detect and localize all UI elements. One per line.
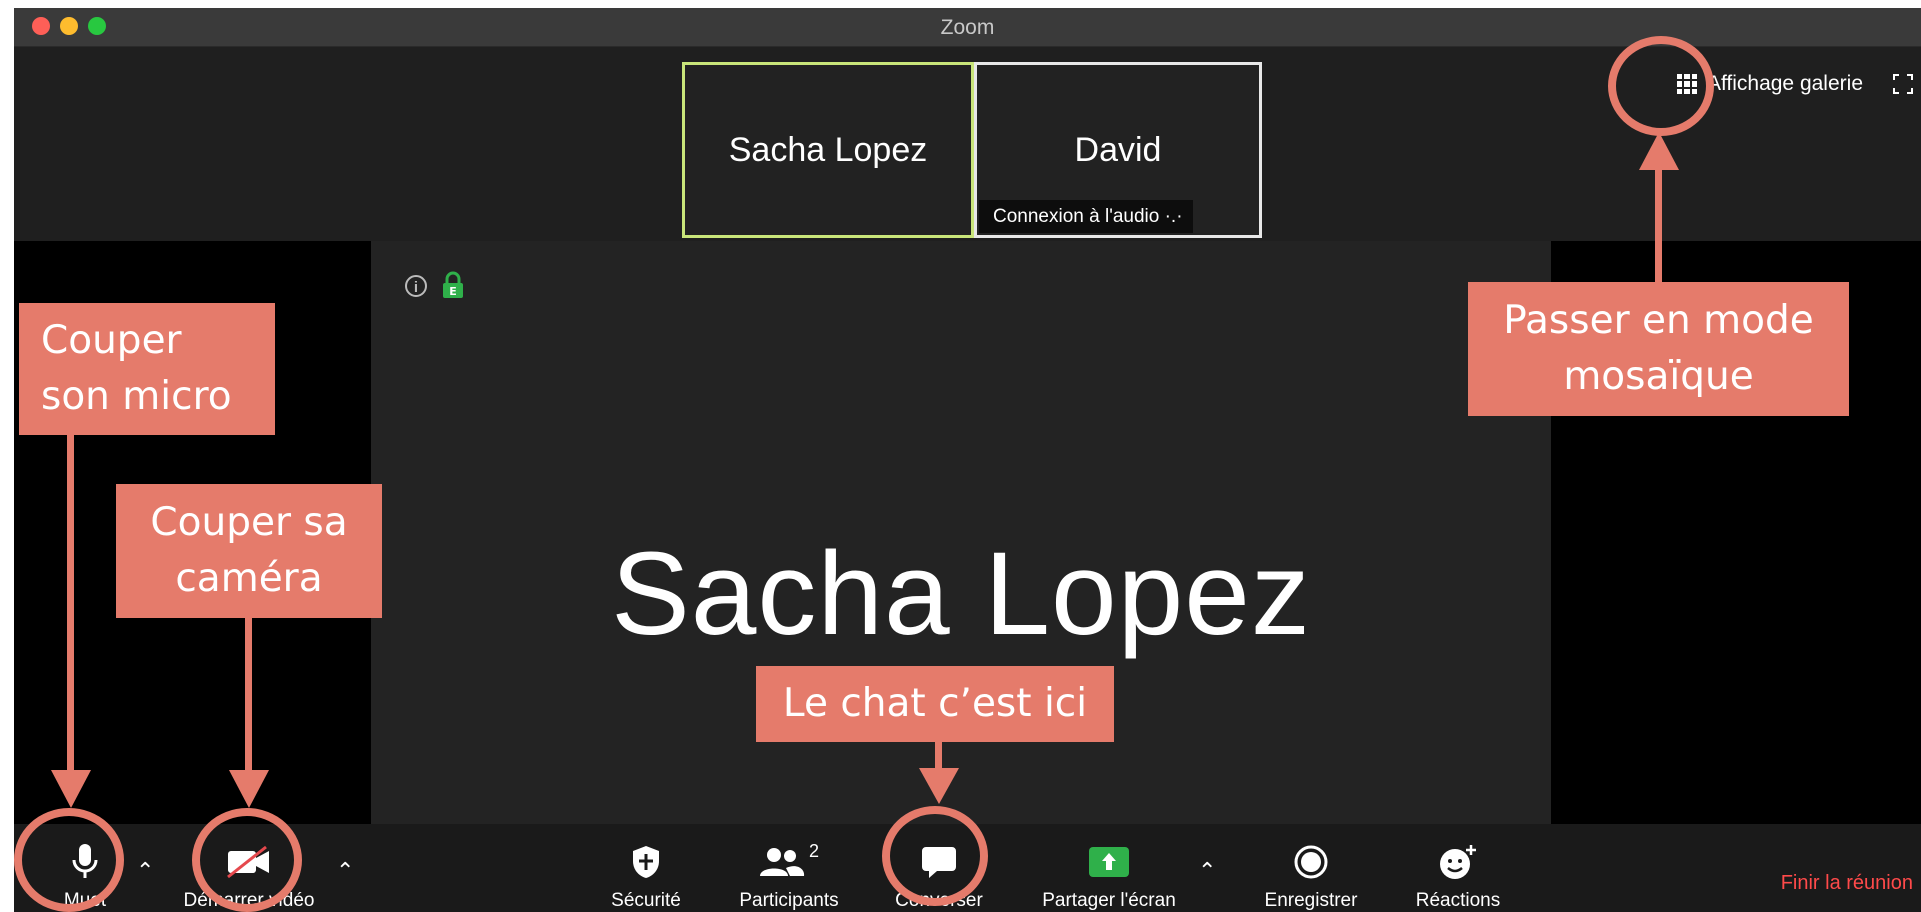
svg-text:E: E xyxy=(449,285,457,298)
participant-name: Sacha Lopez xyxy=(728,131,928,169)
arrow-to-gallery xyxy=(1655,168,1662,282)
share-screen-icon xyxy=(1089,847,1129,877)
share-screen-label: Partager l'écran xyxy=(1042,890,1176,911)
highlight-ring-mute xyxy=(14,808,124,912)
arrow-to-mute xyxy=(67,435,74,775)
highlight-ring-gallery xyxy=(1608,36,1714,136)
participant-name: David xyxy=(1074,131,1162,169)
participants-button[interactable]: 2 Participants xyxy=(724,840,854,912)
fullscreen-icon[interactable] xyxy=(1893,74,1913,94)
reactions-label: Réactions xyxy=(1415,890,1501,911)
encryption-lock-icon[interactable]: E xyxy=(441,271,465,299)
security-label: Sécurité xyxy=(611,890,681,911)
share-options-chevron-icon[interactable]: ⌃ xyxy=(1198,858,1216,884)
security-button[interactable]: Sécurité xyxy=(606,842,686,912)
annotation-mute-mic: Couper son micro xyxy=(19,303,275,435)
video-options-chevron-icon[interactable]: ⌃ xyxy=(336,858,354,884)
info-icon[interactable]: i xyxy=(405,275,427,297)
end-meeting-button[interactable]: Finir la réunion xyxy=(1781,872,1913,895)
gallery-view-label: Affichage galerie xyxy=(1706,72,1863,95)
annotation-line: caméra xyxy=(175,556,323,601)
audio-status: Connexion à l'audio ·.· xyxy=(979,200,1193,233)
active-speaker-view: i E Sacha Lopez xyxy=(371,241,1551,831)
participants-count: 2 xyxy=(808,840,819,861)
participants-icon xyxy=(759,848,805,876)
annotation-gallery-mode: Passer en mode mosaïque xyxy=(1468,282,1849,416)
highlight-ring-chat xyxy=(882,806,988,906)
window-title: Zoom xyxy=(940,16,995,39)
participant-tile-sacha[interactable]: Sacha Lopez xyxy=(682,62,974,238)
annotation-line: Passer en mode xyxy=(1503,298,1814,343)
highlight-ring-video xyxy=(192,808,302,912)
record-label: Enregistrer xyxy=(1264,890,1358,911)
participants-label: Participants xyxy=(739,890,839,911)
reactions-button[interactable]: Réactions xyxy=(1398,842,1518,912)
annotation-line: son micro xyxy=(41,374,232,419)
arrow-head-up xyxy=(1639,132,1679,170)
participant-tile-david[interactable]: David Connexion à l'audio ·.· xyxy=(974,62,1262,238)
arrow-head-down xyxy=(919,768,959,804)
annotation-line: Le chat c’est ici xyxy=(782,681,1088,726)
annotation-chat: Le chat c’est ici xyxy=(756,666,1114,742)
record-button[interactable]: Enregistrer xyxy=(1246,842,1376,912)
arrow-to-video xyxy=(245,618,252,773)
zoom-window: Zoom Sacha Lopez David Connexion à l'aud… xyxy=(14,8,1921,912)
annotation-line: Couper xyxy=(41,318,182,363)
active-speaker-name: Sacha Lopez xyxy=(611,528,1311,660)
record-icon xyxy=(1294,845,1328,879)
annotation-stop-camera: Couper sa caméra xyxy=(116,484,382,618)
share-screen-button[interactable]: Partager l'écran xyxy=(1024,842,1194,912)
arrow-head-down xyxy=(229,770,269,808)
audio-options-chevron-icon[interactable]: ⌃ xyxy=(136,858,154,884)
shield-icon xyxy=(633,846,659,878)
annotation-line: mosaïque xyxy=(1563,354,1754,399)
reaction-emoji-icon xyxy=(1440,845,1476,879)
arrow-head-down xyxy=(51,770,91,808)
annotation-line: Couper sa xyxy=(150,500,348,545)
